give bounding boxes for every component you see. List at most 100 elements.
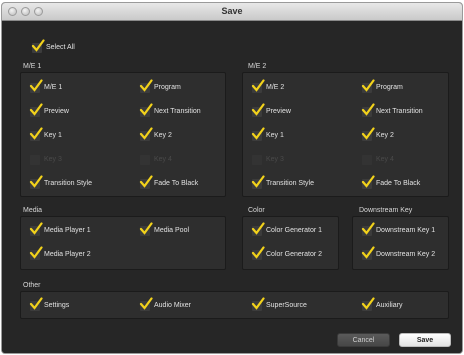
checkmark-icon bbox=[361, 79, 375, 92]
other-item-label: Auxiliary bbox=[376, 302, 403, 309]
section-title-media: Media bbox=[23, 207, 43, 214]
other-item-label: Audio Mixer bbox=[154, 302, 191, 309]
title-bar: Save bbox=[2, 3, 462, 21]
me2-checkbox[interactable] bbox=[251, 103, 265, 117]
me2-item-label: Key 3 bbox=[266, 156, 284, 163]
other-item-label: SuperSource bbox=[266, 302, 307, 309]
me1-checkbox[interactable] bbox=[139, 127, 153, 141]
checkmark-icon bbox=[29, 297, 43, 310]
me1-checkbox[interactable] bbox=[139, 79, 153, 93]
checkmark-icon bbox=[251, 127, 265, 140]
select-all-checkbox[interactable] bbox=[31, 39, 45, 53]
media-item-label: Media Player 2 bbox=[44, 251, 91, 258]
me2-checkbox[interactable] bbox=[251, 127, 265, 141]
other-item-label: Settings bbox=[44, 302, 70, 309]
me1-item-label: Key 3 bbox=[44, 156, 62, 163]
checkmark-icon bbox=[361, 246, 375, 259]
media-item-label: Media Pool bbox=[154, 227, 190, 234]
me1-item-label: Fade To Black bbox=[154, 180, 199, 187]
me1-checkbox[interactable] bbox=[29, 103, 43, 117]
checkmark-icon bbox=[31, 39, 45, 52]
dialog-content: Select All M/E 1 M/E 2 Media Color Downs… bbox=[2, 21, 462, 353]
dsk-item-label: Downstream Key 2 bbox=[376, 251, 436, 258]
me1-checkbox[interactable] bbox=[29, 79, 43, 93]
me1-checkbox[interactable] bbox=[29, 127, 43, 141]
me2-item-label: Fade To Black bbox=[376, 180, 421, 187]
select-all-label: Select All bbox=[46, 44, 75, 51]
checkmark-icon bbox=[29, 127, 43, 140]
me1-item-label: Key 4 bbox=[154, 156, 172, 163]
me2-checkbox[interactable] bbox=[251, 175, 265, 189]
me1-checkbox bbox=[30, 155, 40, 165]
panel-media bbox=[20, 216, 226, 270]
me2-checkbox[interactable] bbox=[361, 175, 375, 189]
me1-checkbox[interactable] bbox=[139, 103, 153, 117]
dsk-checkbox[interactable] bbox=[361, 246, 375, 260]
color-item-label: Color Generator 1 bbox=[266, 227, 323, 234]
checkmark-icon bbox=[251, 297, 265, 310]
color-item-label: Color Generator 2 bbox=[266, 251, 323, 258]
me1-checkbox bbox=[140, 155, 150, 165]
me2-checkbox bbox=[252, 155, 262, 165]
checkmark-icon bbox=[361, 127, 375, 140]
me2-checkbox[interactable] bbox=[361, 79, 375, 93]
checkmark-icon bbox=[29, 222, 43, 235]
checkmark-icon bbox=[29, 103, 43, 116]
checkmark-icon bbox=[139, 297, 153, 310]
me2-item-label: Key 2 bbox=[376, 132, 394, 139]
section-title-downstream-key: Downstream Key bbox=[359, 207, 413, 214]
other-checkbox[interactable] bbox=[29, 297, 43, 311]
me2-item-label: Preview bbox=[266, 108, 291, 115]
me2-item-label: Key 1 bbox=[266, 132, 284, 139]
checkmark-icon bbox=[251, 222, 265, 235]
other-checkbox[interactable] bbox=[139, 297, 153, 311]
me2-checkbox[interactable] bbox=[361, 103, 375, 117]
media-checkbox[interactable] bbox=[139, 222, 153, 236]
me1-item-label: Next Transition bbox=[154, 108, 201, 115]
me1-item-label: Transition Style bbox=[44, 180, 92, 187]
section-title-other: Other bbox=[23, 282, 41, 289]
checkmark-icon bbox=[361, 175, 375, 188]
section-title-me2: M/E 2 bbox=[248, 63, 267, 70]
color-checkbox[interactable] bbox=[251, 246, 265, 260]
me1-item-label: Program bbox=[154, 84, 181, 91]
media-checkbox[interactable] bbox=[29, 222, 43, 236]
me1-item-label: Key 2 bbox=[154, 132, 172, 139]
me2-checkbox bbox=[362, 155, 372, 165]
other-checkbox[interactable] bbox=[251, 297, 265, 311]
checkmark-icon bbox=[251, 103, 265, 116]
me1-checkbox[interactable] bbox=[29, 175, 43, 189]
me2-item-label: Next Transition bbox=[376, 108, 423, 115]
checkmark-icon bbox=[139, 222, 153, 235]
checkmark-icon bbox=[29, 246, 43, 259]
checkmark-icon bbox=[139, 127, 153, 140]
color-checkbox[interactable] bbox=[251, 222, 265, 236]
checkmark-icon bbox=[251, 246, 265, 259]
cancel-button[interactable]: Cancel bbox=[337, 333, 390, 347]
checkmark-icon bbox=[251, 175, 265, 188]
me2-item-label: Key 4 bbox=[376, 156, 394, 163]
checkmark-icon bbox=[139, 175, 153, 188]
checkmark-icon bbox=[361, 222, 375, 235]
checkmark-icon bbox=[251, 79, 265, 92]
checkmark-icon bbox=[29, 175, 43, 188]
me1-checkbox[interactable] bbox=[139, 175, 153, 189]
me1-item-label: Preview bbox=[44, 108, 69, 115]
checkmark-icon bbox=[361, 103, 375, 116]
dsk-checkbox[interactable] bbox=[361, 222, 375, 236]
me2-checkbox[interactable] bbox=[361, 127, 375, 141]
other-checkbox[interactable] bbox=[361, 297, 375, 311]
checkmark-icon bbox=[139, 79, 153, 92]
save-dialog-window: Save Select All M/E 1 M/E 2 Media Color … bbox=[1, 2, 463, 354]
me2-item-label: M/E 2 bbox=[266, 84, 285, 91]
dsk-item-label: Downstream Key 1 bbox=[376, 227, 436, 234]
save-button[interactable]: Save bbox=[399, 333, 451, 347]
section-title-color: Color bbox=[248, 207, 265, 214]
media-item-label: Media Player 1 bbox=[44, 227, 91, 234]
me2-item-label: Transition Style bbox=[266, 180, 314, 187]
checkmark-icon bbox=[29, 79, 43, 92]
media-checkbox[interactable] bbox=[29, 246, 43, 260]
checkmark-icon bbox=[361, 297, 375, 310]
section-title-me1: M/E 1 bbox=[23, 63, 42, 70]
me2-checkbox[interactable] bbox=[251, 79, 265, 93]
